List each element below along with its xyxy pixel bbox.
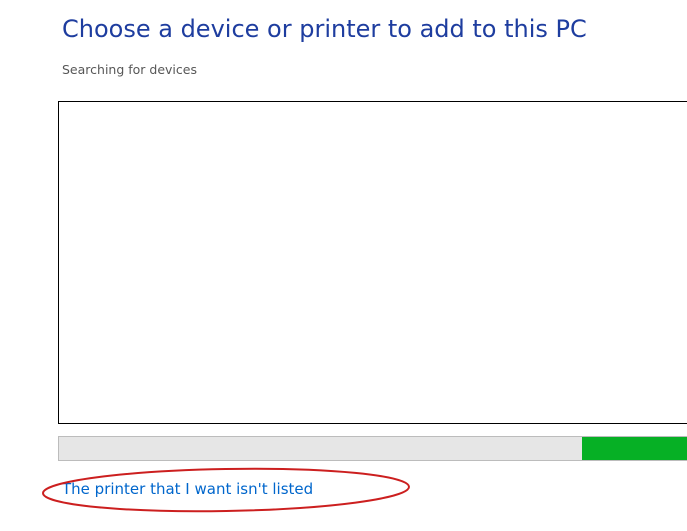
printer-not-listed-link[interactable]: The printer that I want isn't listed [62, 478, 313, 500]
device-list[interactable] [58, 101, 687, 424]
page-title: Choose a device or printer to add to thi… [62, 15, 587, 43]
search-status-text: Searching for devices [62, 62, 197, 77]
search-progress-bar [58, 436, 687, 461]
search-progress-fill [582, 437, 687, 460]
